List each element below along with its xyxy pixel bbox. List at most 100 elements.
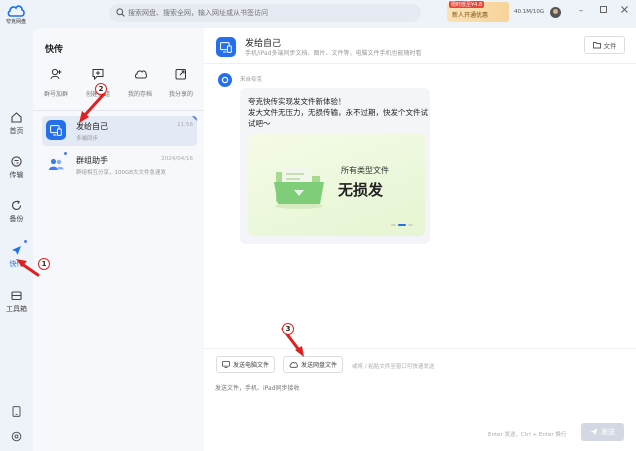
panel-title: 快传 <box>45 45 64 55</box>
cloud-logo-icon <box>7 5 25 17</box>
carousel-dot[interactable] <box>408 224 413 226</box>
quick-transfer-panel: 快传 群号加群 创建群组 我的存档 <box>33 28 204 451</box>
promo-banner[interactable]: 限时低至¥4.8 新人开通优惠 <box>447 1 509 22</box>
compose-hint: 或将 / 粘贴文件至窗口可快速发送 <box>352 364 435 370</box>
rail-item-label: 传输 <box>9 171 24 179</box>
phone-icon[interactable] <box>12 406 21 417</box>
file-folder-illustration <box>274 168 324 209</box>
quark-logo-icon <box>221 76 229 84</box>
quick-action-label: 群号加群 <box>43 91 68 98</box>
rail-item-label: 备份 <box>9 215 24 223</box>
device-sync-icon <box>50 124 62 136</box>
close-button[interactable] <box>619 6 629 16</box>
conversation-subtitle: 多端同步 <box>76 136 99 142</box>
app-logo: 夸克网盘 <box>5 4 27 25</box>
cloud-icon <box>134 70 147 79</box>
panel-divider <box>33 110 204 111</box>
conversation-name: 群组助手 <box>76 156 108 165</box>
monitor-icon <box>222 361 230 368</box>
rail-item-label: 首页 <box>9 127 24 135</box>
promo-tag: 限时低至¥4.8 <box>449 1 485 8</box>
files-button-label: 文件 <box>603 42 617 50</box>
backup-icon <box>11 200 22 211</box>
conversation-name: 发给自己 <box>76 122 108 131</box>
quick-action-label: 我分享的 <box>168 91 193 98</box>
maximize-icon <box>599 6 607 13</box>
search-input[interactable] <box>128 6 408 20</box>
files-button[interactable]: 文件 <box>584 36 625 54</box>
conversation-time: 21:56 <box>177 122 193 128</box>
chat-subtitle: 手机/iPad多端同步文档、图片、文件等，电脑文件手机也能随时看 <box>245 50 422 57</box>
send-cloud-file-label: 发送网盘文件 <box>301 362 338 369</box>
maximize-button[interactable] <box>598 6 608 16</box>
message-line: 夸克快传实现发文件新体验！ <box>248 97 346 106</box>
quick-action-my-shares[interactable]: 我分享的 <box>166 63 196 98</box>
message-input[interactable] <box>215 382 625 394</box>
rail-item-home[interactable]: 首页 <box>0 112 33 136</box>
conversation-subtitle: 群组相互分享，100GB大文件急速发 <box>76 170 167 176</box>
quick-action-join-group[interactable]: 群号加群 <box>41 63 71 98</box>
unread-dot <box>64 152 67 155</box>
annotation-badge-2: 2 <box>95 83 107 95</box>
device-sync-icon <box>220 41 232 53</box>
card-title: 所有类型文件 <box>341 166 389 175</box>
conversation-avatar <box>46 120 66 140</box>
rail-item-label: 快传 <box>9 260 24 268</box>
group-icon <box>49 158 64 170</box>
quick-action-my-archive[interactable]: 我的存档 <box>125 63 155 98</box>
folder-icon <box>592 42 601 49</box>
card-headline: 无损发 <box>338 181 384 199</box>
send-shortcut-hint: Enter 发送，Ctrl + Enter 换行 <box>488 432 567 438</box>
message-line: 试吧～ <box>248 119 271 128</box>
close-icon <box>620 6 628 13</box>
notification-dot <box>24 240 27 243</box>
user-add-icon <box>50 68 62 80</box>
carousel-dots[interactable] <box>391 224 413 227</box>
send-icon <box>590 428 598 436</box>
app-logo-text: 夸克网盘 <box>5 19 26 25</box>
home-icon <box>11 112 22 123</box>
chat-header-avatar <box>216 37 236 57</box>
conversation-avatar <box>46 154 66 174</box>
send-computer-file-button[interactable]: 发送电脑文件 <box>216 356 276 373</box>
storage-usage: 40.1M/10G <box>514 9 545 15</box>
chat-area: 发给自己 手机/iPad多端同步文档、图片、文件等，电脑文件手机也能随时看 文件… <box>204 28 636 451</box>
search-bar[interactable] <box>109 4 421 22</box>
conversation-item-group-assistant[interactable]: 群组助手 群组相互分享，100GB大文件急速发 2024/04/16 <box>42 150 197 180</box>
conversation-time: 2024/04/16 <box>161 156 193 162</box>
share-icon <box>175 69 186 80</box>
selected-corner-marker <box>192 116 197 121</box>
sender-avatar <box>218 73 232 87</box>
cloud-icon <box>289 362 298 368</box>
rail-item-backup[interactable]: 备份 <box>0 200 33 224</box>
conversation-item-self[interactable]: 发给自己 多端同步 21:56 <box>42 116 197 146</box>
carousel-dot[interactable] <box>391 224 396 226</box>
minimize-button[interactable]: – <box>576 6 586 16</box>
rail-item-transfer[interactable]: 传输 <box>0 156 33 180</box>
send-button[interactable]: 发送 <box>581 423 624 441</box>
settings-icon[interactable] <box>11 431 22 442</box>
transfer-icon <box>11 156 22 167</box>
header-divider <box>204 63 636 64</box>
carousel-dot-active[interactable] <box>398 224 406 226</box>
chat-add-icon <box>92 69 104 80</box>
message-sender: 来自夸克 <box>240 77 263 83</box>
search-icon <box>116 8 125 17</box>
user-avatar[interactable] <box>550 7 561 18</box>
rail-item-label: 工具箱 <box>6 305 27 313</box>
message-line: 发大文件无压力，无损传输，永不过期，快发个文件试 <box>248 108 428 117</box>
send-button-label: 发送 <box>601 428 615 436</box>
send-cloud-file-button[interactable]: 发送网盘文件 <box>283 356 344 373</box>
message-bubble: 夸克快传实现发文件新体验！ 发大文件无压力，无损传输，永不过期，快发个文件试 试… <box>240 88 430 244</box>
send-computer-file-label: 发送电脑文件 <box>233 362 270 369</box>
annotation-badge-3: 3 <box>282 323 294 335</box>
promo-text: 新人开通优惠 <box>452 12 489 19</box>
annotation-badge-1: 1 <box>38 258 50 270</box>
paper-plane-icon <box>12 246 21 255</box>
toolbox-icon <box>11 291 22 301</box>
promo-card[interactable]: 所有类型文件 无损发 <box>248 134 425 236</box>
rail-item-quick-transfer[interactable]: 快传 <box>0 245 33 269</box>
compose-divider <box>204 348 636 349</box>
rail-item-toolbox[interactable]: 工具箱 <box>0 290 33 314</box>
left-rail: 夸克网盘 首页 传输 备份 快传 工具箱 <box>0 0 33 451</box>
